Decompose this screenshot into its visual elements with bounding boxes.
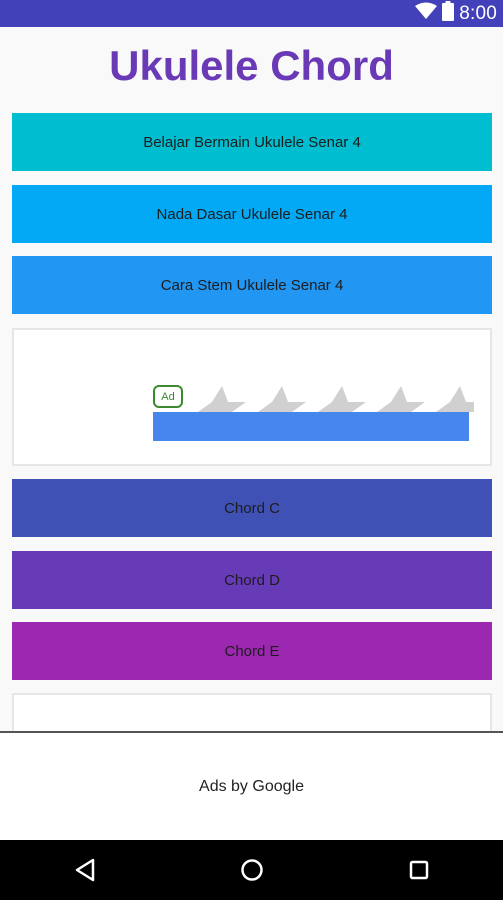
ad-install-bar[interactable] [153, 412, 469, 441]
page-title: Ukulele Chord [109, 42, 394, 89]
status-time: 8:00 [459, 2, 497, 24]
status-bar: 8:00 [0, 0, 503, 27]
battery-icon [442, 1, 455, 26]
status-icons: 8:00 [415, 0, 497, 27]
chord-d-button[interactable]: Chord D [12, 551, 492, 609]
nada-dasar-button[interactable]: Nada Dasar Ukulele Senar 4 [12, 185, 492, 243]
ads-by-google-label: Ads by Google [199, 777, 304, 795]
ad-badge: Ad [153, 385, 183, 408]
recents-icon[interactable] [403, 854, 435, 886]
star-icon [436, 386, 474, 412]
home-icon[interactable] [236, 854, 268, 886]
star-icon [198, 386, 246, 412]
belajar-bermain-button[interactable]: Belajar Bermain Ukulele Senar 4 [12, 113, 492, 171]
chord-e-button[interactable]: Chord E [12, 622, 492, 680]
next-ad-card [12, 693, 492, 732]
star-icon [318, 386, 366, 412]
navigation-bar [0, 840, 503, 900]
ad-card[interactable]: Ad [12, 328, 492, 466]
wifi-icon [415, 2, 438, 25]
chord-c-button[interactable]: Chord C [12, 479, 492, 537]
star-icon [377, 386, 425, 412]
back-icon[interactable] [69, 854, 101, 886]
star-icon [258, 386, 306, 412]
cara-stem-button[interactable]: Cara Stem Ukulele Senar 4 [12, 256, 492, 314]
ad-banner[interactable]: Ads by Google [0, 731, 503, 840]
